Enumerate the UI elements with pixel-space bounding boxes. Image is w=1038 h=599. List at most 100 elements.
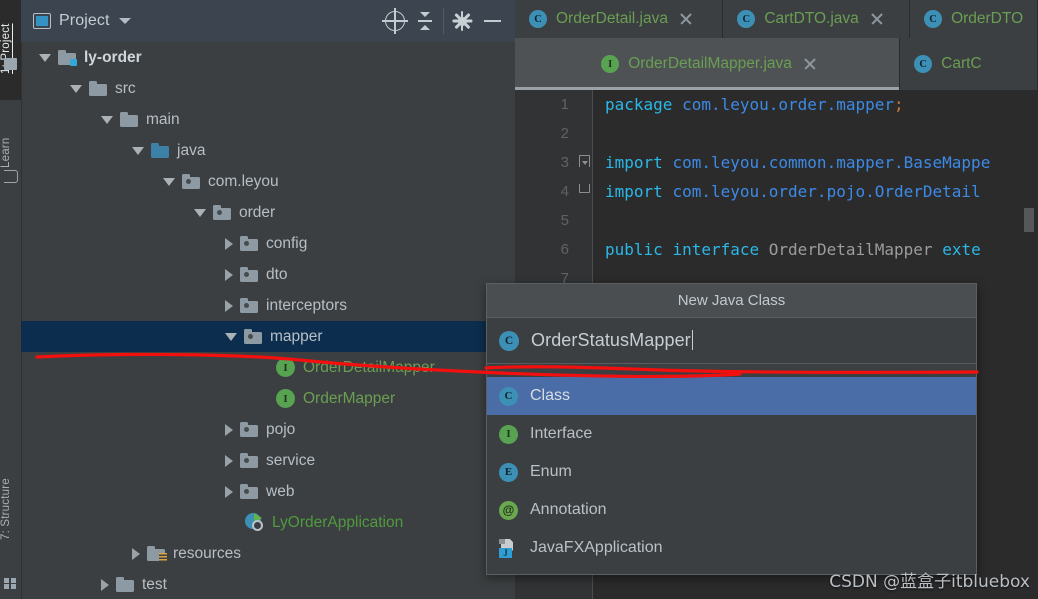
close-icon[interactable] [679, 12, 693, 26]
editor-tab-label: OrderDetailMapper.java [628, 55, 792, 72]
package-icon [240, 484, 258, 499]
class-icon: C [924, 10, 943, 28]
interface-icon: I [499, 424, 518, 444]
code-line: 3 import com.leyou.common.mapper.BaseMapp… [515, 148, 1038, 177]
class-kind-item[interactable]: @ Annotation [487, 491, 976, 529]
class-kind-item[interactable]: I Interface [487, 415, 976, 453]
editor-tab[interactable]: C CartDTO.java [723, 0, 911, 38]
package-icon [240, 422, 258, 437]
tree-row-label: pojo [266, 420, 296, 438]
sidebar-tab-learn[interactable]: Learn [0, 112, 21, 168]
class-icon: C [914, 55, 933, 73]
chevron-right-icon[interactable] [225, 237, 233, 250]
line-number: 5 [560, 212, 569, 229]
line-number: 4 [560, 183, 569, 200]
tree-row[interactable]: resources [21, 538, 515, 569]
chevron-down-icon[interactable] [163, 177, 175, 186]
tree-row[interactable]: test [21, 569, 515, 599]
tree-row[interactable]: ly-order [21, 42, 515, 73]
chevron-right-icon[interactable] [225, 268, 233, 281]
editor-tab[interactable]: C OrderDTO [910, 0, 1038, 38]
chevron-down-icon[interactable] [225, 332, 237, 341]
project-panel-title: Project [59, 12, 110, 29]
editor-scrollbar[interactable] [1024, 208, 1034, 232]
editor-tab[interactable]: C CartC [900, 38, 1038, 90]
editor-tab-row-1: C OrderDetail.java C CartDTO.java C OrderDTO [515, 0, 1038, 38]
line-number: 2 [560, 125, 569, 142]
close-icon[interactable] [803, 57, 817, 71]
tree-row[interactable]: LyOrderApplication [21, 507, 515, 538]
tree-row[interactable]: I OrderDetailMapper [21, 352, 515, 383]
editor-tab[interactable]: C OrderDetail.java [515, 0, 724, 38]
folder-icon [89, 81, 107, 96]
class-kind-item[interactable]: C Class [487, 377, 976, 415]
class-kind-label: Interface [530, 425, 593, 442]
tree-row[interactable]: config [21, 228, 515, 259]
tree-row[interactable]: main [21, 104, 515, 135]
tree-row-label: interceptors [266, 296, 347, 314]
locate-button[interactable] [380, 6, 410, 36]
code-fold-marker[interactable] [579, 184, 590, 193]
class-kind-item[interactable]: E Enum [487, 453, 976, 491]
tree-row[interactable]: dto [21, 259, 515, 290]
code-line: 4 import com.leyou.order.pojo.OrderDetail [515, 177, 1038, 206]
new-java-class-dialog: New Java Class C OrderStatusMapper C Clas… [486, 283, 977, 575]
collapse-all-button[interactable] [410, 6, 440, 36]
tree-row-label: com.leyou [208, 172, 279, 190]
dialog-title: New Java Class [487, 284, 976, 318]
close-icon[interactable] [870, 12, 884, 26]
dialog-separator [487, 364, 976, 377]
class-kind-item[interactable]: J JavaFXApplication [487, 529, 976, 567]
package-icon [240, 298, 258, 313]
chevron-right-icon[interactable] [225, 485, 233, 498]
chevron-right-icon[interactable] [225, 299, 233, 312]
tree-row[interactable]: java [21, 135, 515, 166]
chevron-down-icon[interactable] [70, 84, 82, 93]
class-name-value: OrderStatusMapper [531, 330, 694, 351]
project-icon [33, 13, 51, 29]
class-name-input[interactable]: C OrderStatusMapper [487, 318, 976, 364]
tree-row[interactable]: pojo [21, 414, 515, 445]
minimize-button[interactable] [477, 6, 507, 36]
tree-row-label: OrderDetailMapper [303, 358, 435, 376]
class-icon: C [737, 10, 756, 28]
chevron-down-icon[interactable] [101, 115, 113, 124]
code-text: import com.leyou.order.pojo.OrderDetail [605, 177, 981, 206]
interface-icon: I [601, 55, 620, 73]
tree-row-label: mapper [270, 327, 323, 345]
tree-row[interactable]: mapper [21, 321, 515, 352]
tree-row[interactable]: interceptors [21, 290, 515, 321]
chevron-right-icon[interactable] [132, 547, 140, 560]
code-line: 2 [515, 119, 1038, 148]
chevron-right-icon[interactable] [225, 423, 233, 436]
editor-tab-label: OrderDetail.java [556, 10, 668, 27]
code-token: interface [672, 240, 760, 259]
tree-row[interactable]: order [21, 197, 515, 228]
code-fold-marker[interactable] [579, 155, 590, 167]
chevron-down-icon[interactable] [194, 208, 206, 217]
tree-row[interactable]: com.leyou [21, 166, 515, 197]
code-token: import [605, 153, 663, 172]
project-tree[interactable]: ly-order src main java com.leyou order config d… [21, 42, 515, 599]
class-kind-list[interactable]: C Class I Interface E Enum @ Annotation J JavaFXA… [487, 377, 976, 567]
learn-icon [4, 170, 18, 183]
chevron-down-icon[interactable] [39, 53, 51, 62]
class-icon: C [499, 386, 518, 406]
resources-icon [147, 546, 167, 562]
code-text: import com.leyou.common.mapper.BaseMappe [605, 148, 990, 177]
tree-row[interactable]: service [21, 445, 515, 476]
tree-row-label: LyOrderApplication [272, 513, 404, 531]
chevron-right-icon[interactable] [225, 454, 233, 467]
chevron-down-icon[interactable] [132, 146, 144, 155]
settings-button[interactable] [447, 6, 477, 36]
chevron-down-icon[interactable] [118, 18, 131, 24]
sidebar-tab-structure[interactable]: 7: Structure [0, 460, 21, 540]
tree-row[interactable]: src [21, 73, 515, 104]
tree-row[interactable]: I OrderMapper [21, 383, 515, 414]
editor-tab[interactable]: I OrderDetailMapper.java [515, 38, 901, 90]
editor-tab-label: CartC [941, 55, 982, 72]
chevron-right-icon[interactable] [101, 578, 109, 591]
tree-row[interactable]: web [21, 476, 515, 507]
